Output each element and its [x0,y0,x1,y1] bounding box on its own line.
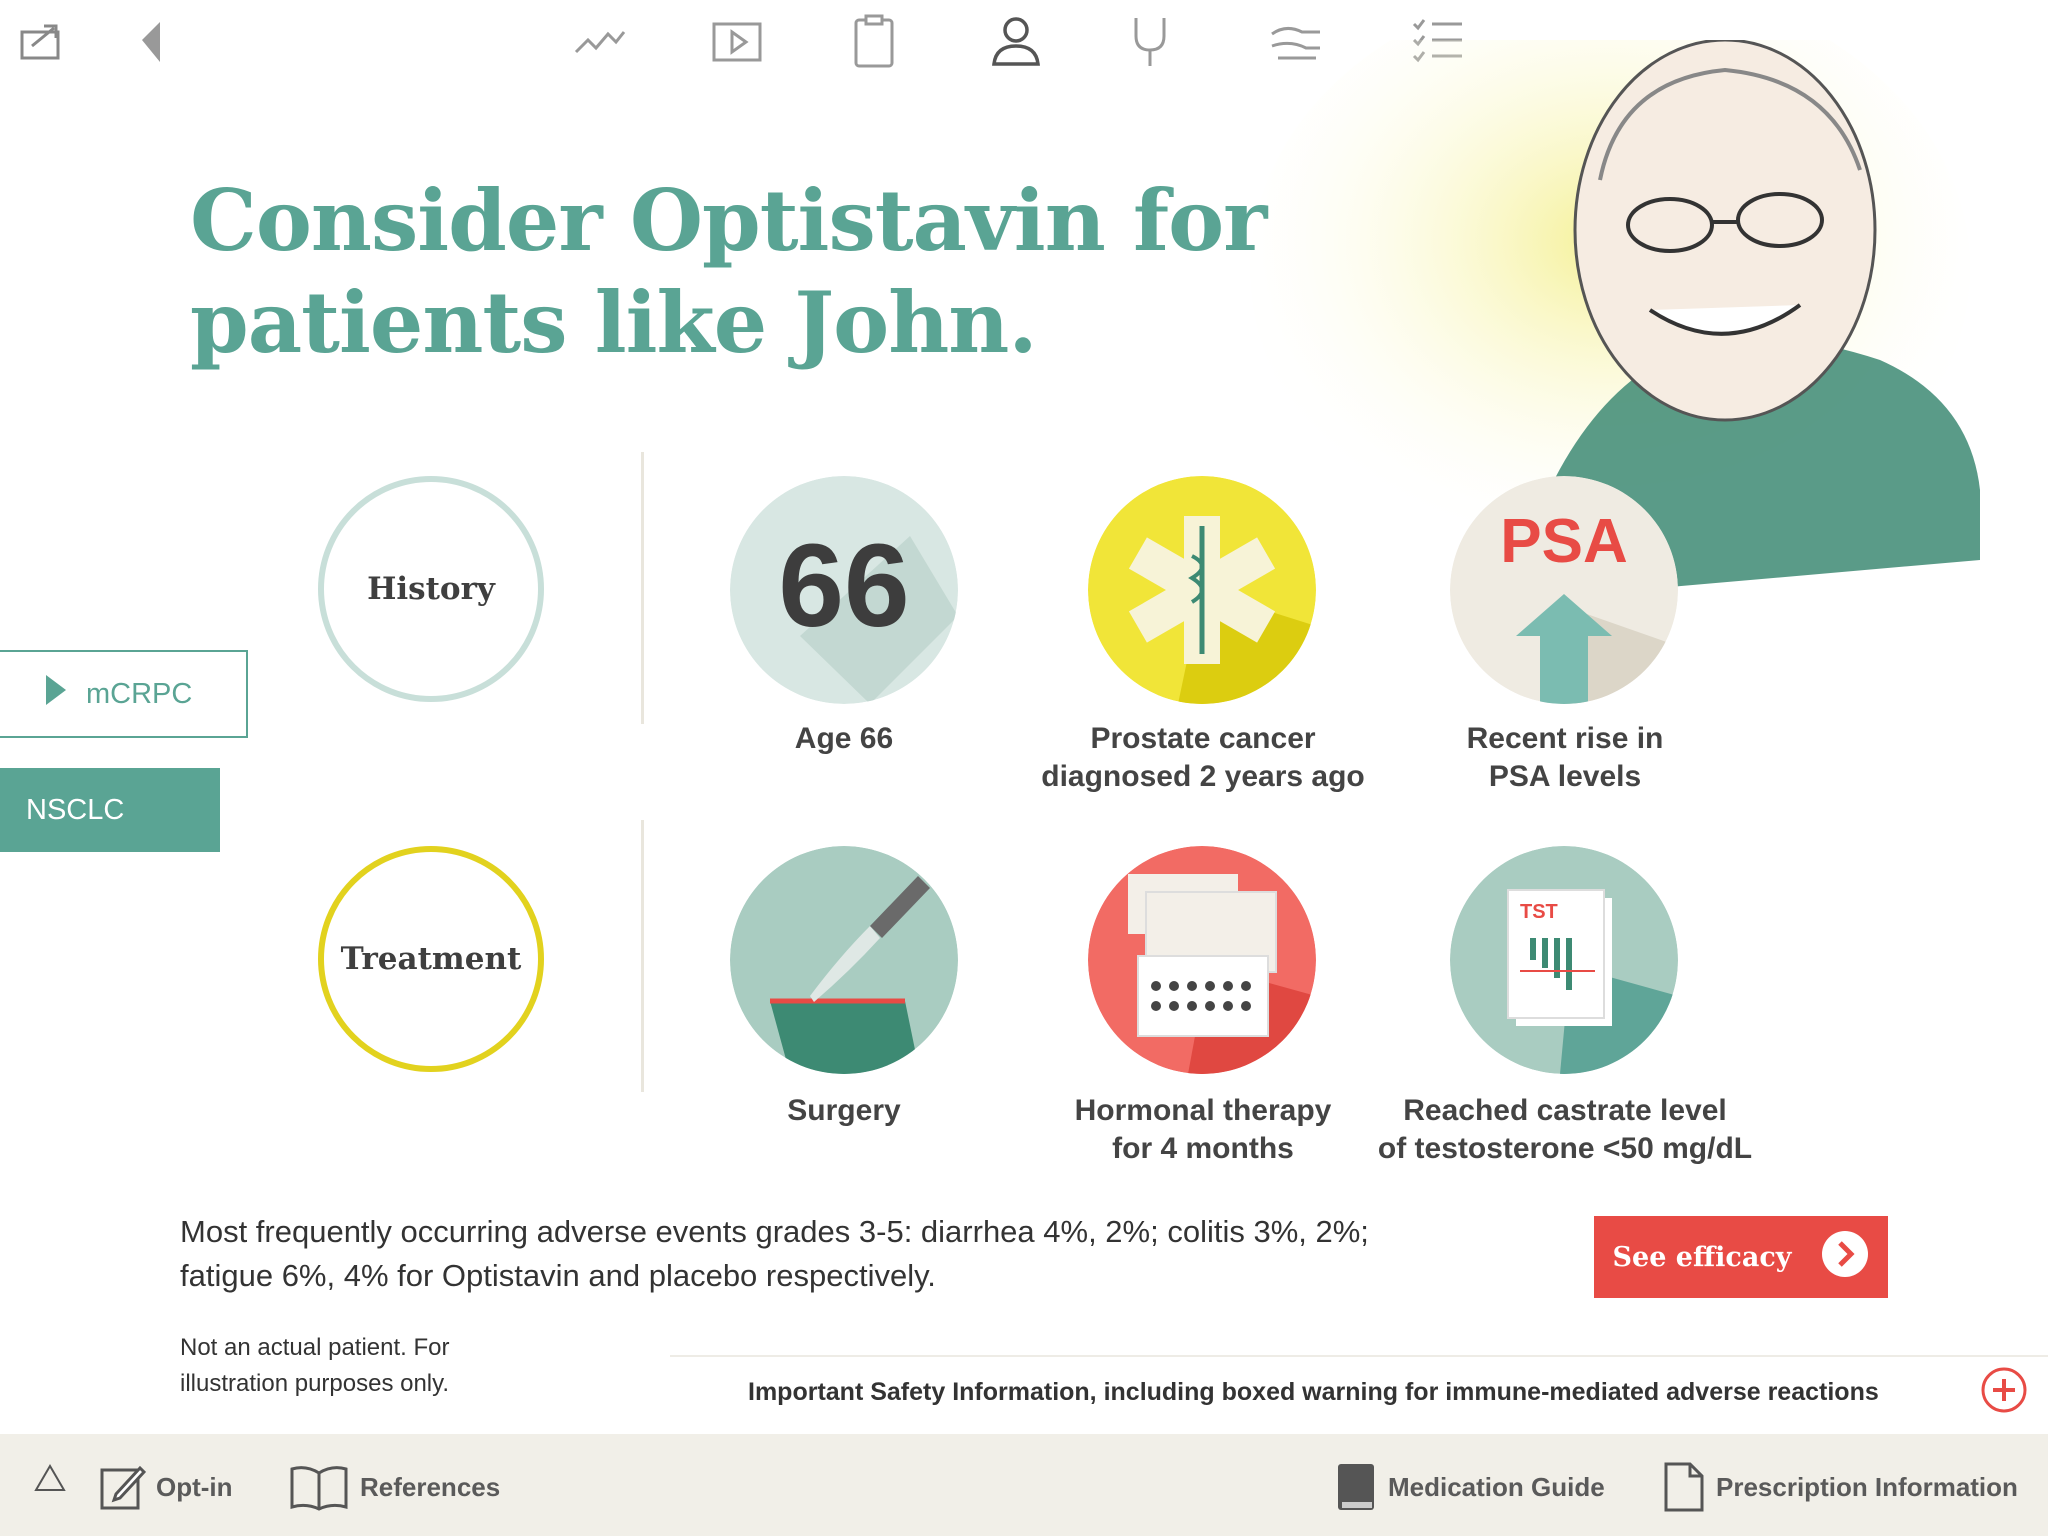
hormonal-label-line-1: Hormonal therapy [1074,1094,1332,1127]
psa-text: PSA [1500,507,1627,576]
tst-text: TST [1520,901,1558,923]
tab-mcrpc-label: mCRPC [86,677,193,710]
headline-line-2: patients like John. [190,273,1038,372]
headline-line-1: Consider Optistavin for [190,171,1267,270]
surgery-label-line-1: Surgery [787,1094,901,1127]
psa-label-line-1: Recent rise in [1466,722,1664,755]
age-label-line-1: Age 66 [794,722,894,755]
note-line-2: illustration purposes only. [180,1370,450,1397]
share-icon[interactable] [14,10,74,70]
isi-divider [670,1355,2048,1357]
chevron-right-icon [1821,1230,1869,1285]
page-headline: Consider Optistavin for patients like Jo… [190,170,1290,374]
medication-guide-label: Medication Guide [1388,1471,1605,1502]
tab-nsclc-label: NSCLC [26,793,125,826]
adverse-events-text: Most frequently occurring adverse events… [180,1210,1460,1298]
tab-nsclc[interactable]: NSCLC [0,768,220,852]
note-line-1: Not an actual patient. For [180,1334,450,1361]
up-arrow-icon[interactable] [30,1458,70,1498]
patient-icon[interactable] [986,10,1046,70]
see-efficacy-button[interactable]: See efficacy [1594,1216,1888,1298]
history-title: History [367,571,495,607]
disclaimer-note: Not an actual patient. For illustration … [180,1330,500,1402]
play-icon [44,673,68,715]
scalpel-icon [730,846,958,1074]
edit-icon [100,1465,146,1510]
opt-in-button[interactable]: Opt-in [98,1460,233,1514]
hormonal-label: Hormonal therapy for 4 months [1003,1092,1403,1168]
treatment-divider [641,820,644,1092]
history-divider [641,452,644,724]
book-icon [290,1466,348,1511]
castrate-label-line-1: Reached castrate level [1403,1094,1727,1127]
prescription-info-button[interactable]: Prescription Information [1662,1460,2018,1514]
treatment-title: Treatment [340,941,522,977]
age-label: Age 66 [644,720,1044,758]
document-icon [1664,1462,1704,1512]
stethoscope-icon[interactable] [1120,10,1180,70]
age-icon: 66 [730,476,958,704]
adverse-line-2: fatigue 6%, 4% for Optistavin and placeb… [180,1258,936,1293]
castrate-label-line-2: of testosterone <50 mg/dL [1377,1132,1753,1165]
isi-link[interactable]: Important Safety Information, including … [748,1378,1879,1407]
trend-icon[interactable] [570,10,630,70]
diagnosis-label: Prostate cancer diagnosed 2 years ago [1003,720,1403,796]
guide-book-icon [1338,1464,1374,1510]
medication-guide-button[interactable]: Medication Guide [1334,1460,1605,1514]
see-efficacy-label: See efficacy [1612,1241,1792,1273]
bottom-toolbar: Opt-in References Medication Guide Presc… [0,1434,2048,1536]
medical-star-icon [1088,476,1316,704]
references-label: References [360,1471,501,1502]
history-category: History [318,476,544,702]
diagnosis-label-line-1: Prostate cancer [1090,722,1316,755]
clipboard-icon[interactable] [844,10,904,70]
prescription-info-label: Prescription Information [1716,1471,2018,1502]
psa-label-line-2: PSA levels [1488,760,1642,793]
psa-label: Recent rise in PSA levels [1365,720,1765,796]
surgery-label: Surgery [644,1092,1044,1130]
video-icon[interactable] [708,10,768,70]
age-value: 66 [778,520,909,652]
treatment-category: Treatment [318,846,544,1072]
back-icon[interactable] [120,10,180,70]
references-button[interactable]: References [288,1460,500,1514]
opt-in-label: Opt-in [156,1471,233,1502]
tab-mcrpc[interactable]: mCRPC [0,650,248,738]
expand-plus-icon[interactable] [1980,1366,2028,1414]
adverse-line-1: Most frequently occurring adverse events… [180,1214,1369,1249]
castrate-label: Reached castrate level of testosterone <… [1365,1092,1765,1168]
psa-icon: PSA [1450,476,1678,704]
testosterone-chart-icon: TST [1450,846,1678,1074]
calendar-icon [1088,846,1316,1074]
diagnosis-label-line-2: diagnosed 2 years ago [1041,760,1365,793]
hormonal-label-line-2: for 4 months [1112,1132,1294,1165]
